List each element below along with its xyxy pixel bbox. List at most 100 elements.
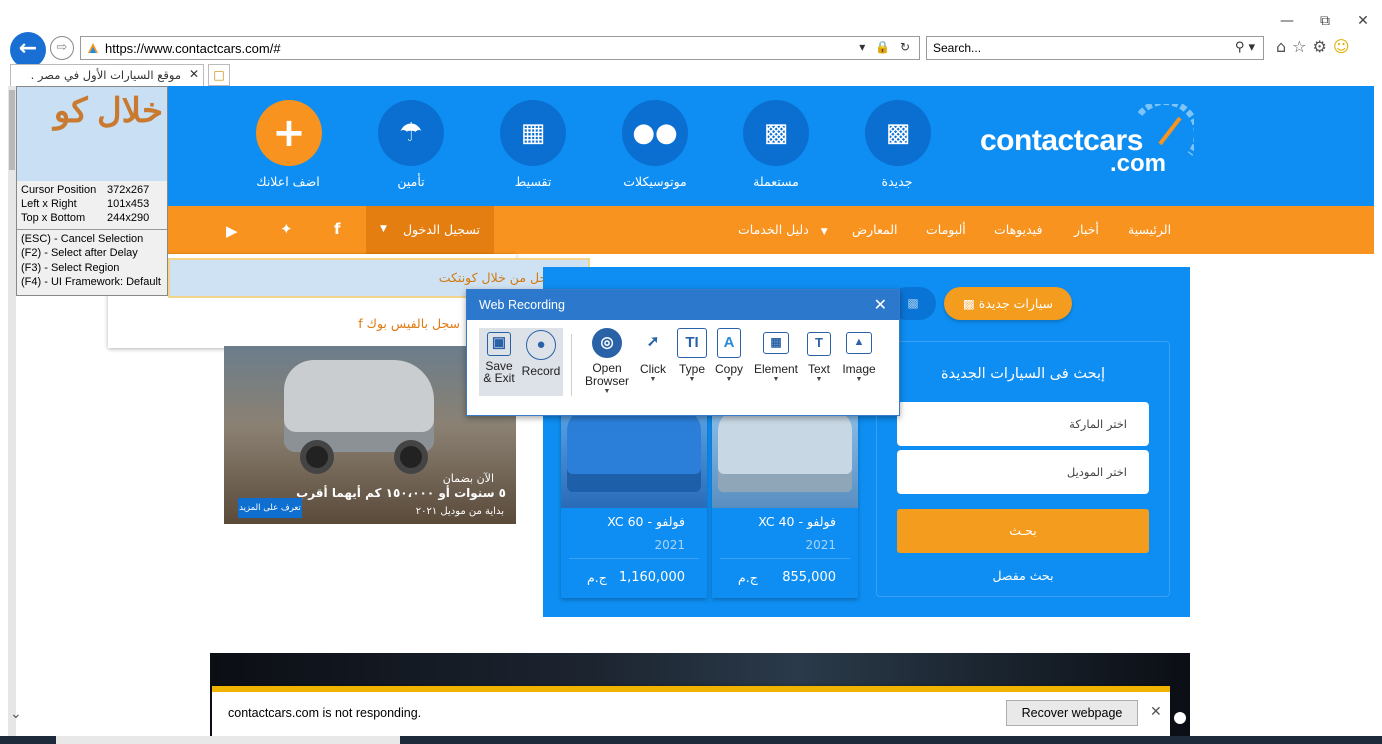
refresh-icon[interactable]: ↻ bbox=[900, 40, 913, 54]
main-menu-bar: الرئيسية أخبار فيديوهات ألبومات المعارض … bbox=[8, 206, 1374, 254]
zoom-text: خلال كو bbox=[53, 92, 163, 130]
open-browser-button[interactable]: ◎ Open Browser ▼ bbox=[577, 328, 637, 395]
dropdown-arrow-icon: ▼ bbox=[772, 376, 780, 383]
dropdown-arrow-icon: ▼ bbox=[815, 376, 823, 383]
lock-icon[interactable]: 🔒 bbox=[875, 40, 893, 54]
car-used-icon: ▩ bbox=[763, 118, 789, 148]
search-box[interactable]: Search... ⚲ ▾ bbox=[926, 36, 1264, 60]
dropdown-arrow-icon: ▼ bbox=[603, 388, 611, 395]
image-label: Image bbox=[842, 362, 876, 376]
car-card-image bbox=[712, 400, 858, 508]
nav-label-installment[interactable]: تقسيط bbox=[473, 174, 593, 189]
record-button[interactable]: ● Record bbox=[519, 328, 563, 396]
installment-button[interactable]: ▦ bbox=[500, 100, 566, 166]
brand-placeholder: اختر الماركة bbox=[1069, 417, 1127, 431]
tab-close-icon[interactable]: ✕ bbox=[189, 67, 199, 81]
favorites-star-icon[interactable]: ☆ bbox=[1292, 37, 1306, 56]
minimize-button[interactable]: — bbox=[1268, 10, 1306, 32]
browser-toolbar-right: ⌂ ☆ ⚙ ☺ bbox=[1276, 37, 1350, 56]
close-icon[interactable]: ✕ bbox=[1150, 704, 1162, 720]
menu-videos[interactable]: فيديوهات bbox=[994, 222, 1042, 237]
add-ad-button[interactable]: + bbox=[256, 100, 322, 166]
back-button[interactable]: ← bbox=[10, 32, 46, 68]
not-responding-bar: contactcars.com is not responding. Recov… bbox=[212, 686, 1170, 736]
text-button[interactable]: T Text ▼ bbox=[803, 328, 835, 383]
plus-icon: + bbox=[272, 110, 306, 156]
youtube-icon[interactable]: ▶ bbox=[226, 222, 238, 240]
motorcycles-button[interactable]: ●● bbox=[622, 100, 688, 166]
nav-label-new[interactable]: جديدة bbox=[837, 174, 957, 189]
taskbar-search[interactable] bbox=[56, 736, 400, 744]
nav-label-motorcycles[interactable]: موتوسيكلات bbox=[595, 174, 715, 189]
element-button[interactable]: ▦ Element ▼ bbox=[751, 328, 801, 383]
nav-label-insurance[interactable]: تأمين bbox=[351, 174, 471, 189]
search-icon[interactable]: ⚲ ▾ bbox=[1235, 40, 1255, 55]
info-key: Left x Right bbox=[21, 198, 77, 210]
ad-car-image bbox=[284, 360, 434, 452]
toolbar-separator bbox=[571, 334, 572, 396]
brand-select[interactable]: اختر الماركة bbox=[897, 402, 1149, 446]
contactcars-logo[interactable]: contactcars .com bbox=[980, 104, 1200, 184]
chevron-down-icon[interactable]: ⌄ bbox=[10, 706, 22, 722]
copy-button[interactable]: A Copy ▼ bbox=[713, 328, 745, 383]
menu-home[interactable]: الرئيسية bbox=[1128, 222, 1171, 237]
type-label: Type bbox=[678, 362, 705, 376]
browser-tab[interactable]: موقع السيارات الأول في مصر ... ✕ bbox=[10, 64, 204, 86]
menu-showrooms[interactable]: المعارض bbox=[852, 222, 898, 237]
login-caret-icon: ▼ bbox=[380, 224, 387, 234]
close-window-button[interactable]: ✕ bbox=[1344, 10, 1382, 32]
open-browser-label: Open Browser bbox=[584, 361, 629, 388]
menu-services-label: دليل الخدمات bbox=[738, 222, 809, 237]
twitter-icon[interactable]: ✦ bbox=[280, 220, 293, 238]
facebook-small-icon: f bbox=[358, 316, 363, 331]
menu-news[interactable]: أخبار bbox=[1074, 222, 1099, 237]
click-button[interactable]: ➚ Click ▼ bbox=[637, 328, 669, 383]
info-row: Left x Right 101x453 bbox=[21, 198, 149, 210]
scrollbar-thumb[interactable] bbox=[9, 90, 15, 170]
settings-gear-icon[interactable]: ⚙ bbox=[1313, 37, 1327, 56]
nav-label-add[interactable]: اضف اعلانك bbox=[228, 174, 348, 189]
url-text: https://www.contactcars.com/# bbox=[105, 41, 281, 56]
recover-webpage-button[interactable]: Recover webpage bbox=[1006, 700, 1138, 726]
forward-button[interactable]: ⇨ bbox=[50, 36, 74, 60]
divider bbox=[17, 229, 167, 230]
insurance-button[interactable]: ☂ bbox=[378, 100, 444, 166]
car-card[interactable]: فولفو - XC 40 2021 855,000 ج.م bbox=[712, 400, 858, 598]
shortcut-hint: (F2) - Select after Delay bbox=[21, 247, 138, 259]
web-recording-titlebar[interactable]: Web Recording ✕ bbox=[467, 290, 899, 320]
info-key: Top x Bottom bbox=[21, 212, 86, 224]
nav-label-used[interactable]: مستعملة bbox=[716, 174, 836, 189]
car-new-icon: ▩ bbox=[885, 118, 911, 148]
menu-services-guide[interactable]: ▼ دليل الخدمات bbox=[738, 222, 828, 237]
type-button[interactable]: TI Type ▼ bbox=[675, 328, 709, 383]
page-scrollbar[interactable] bbox=[8, 86, 16, 736]
advanced-search-link[interactable]: بحث مفصل bbox=[877, 568, 1169, 583]
address-bar[interactable]: https://www.contactcars.com/# ▾ 🔒 ↻ bbox=[80, 36, 920, 60]
forward-arrow-icon: ⇨ bbox=[56, 40, 68, 55]
login-dropdown-button[interactable]: تسجيل الدخول ▼ bbox=[366, 206, 494, 254]
car-card-year: 2021 bbox=[805, 538, 836, 552]
car-card[interactable]: فولفو - XC 60 2021 1,160,000 ج.م bbox=[561, 400, 707, 598]
tab-new-cars[interactable]: سيارات جديدة ▩ bbox=[944, 287, 1072, 320]
car-card-price: 1,160,000 bbox=[618, 570, 685, 585]
image-button[interactable]: ▲ Image ▼ bbox=[839, 328, 879, 383]
save-exit-button[interactable]: ▣ Save & Exit bbox=[479, 328, 519, 396]
login-facebook-option[interactable]: سجل بالفيس بوك f bbox=[358, 316, 460, 331]
dropdown-icon[interactable]: ▾ bbox=[859, 40, 868, 54]
used-cars-button[interactable]: ▩ bbox=[743, 100, 809, 166]
search-button[interactable]: بحـث bbox=[897, 509, 1149, 553]
new-cars-button[interactable]: ▩ bbox=[865, 100, 931, 166]
restore-button[interactable]: ⧉ bbox=[1306, 10, 1344, 32]
dropdown-arrow-icon: ▼ bbox=[649, 376, 657, 383]
facebook-icon[interactable]: f bbox=[334, 220, 341, 238]
ad-more-button[interactable]: تعرف على المزيد bbox=[238, 498, 302, 518]
model-placeholder: اختر الموديل bbox=[1066, 465, 1127, 479]
menu-albums[interactable]: ألبومات bbox=[926, 222, 966, 237]
model-select[interactable]: اختر الموديل bbox=[897, 450, 1149, 494]
dropdown-arrow-icon: ▼ bbox=[688, 376, 696, 383]
home-icon[interactable]: ⌂ bbox=[1276, 37, 1286, 56]
feedback-smiley-icon[interactable]: ☺ bbox=[1333, 37, 1350, 56]
new-tab-button[interactable]: □ bbox=[208, 64, 230, 86]
shortcut-hint: (ESC) - Cancel Selection bbox=[21, 233, 144, 245]
close-icon[interactable]: ✕ bbox=[874, 295, 887, 314]
